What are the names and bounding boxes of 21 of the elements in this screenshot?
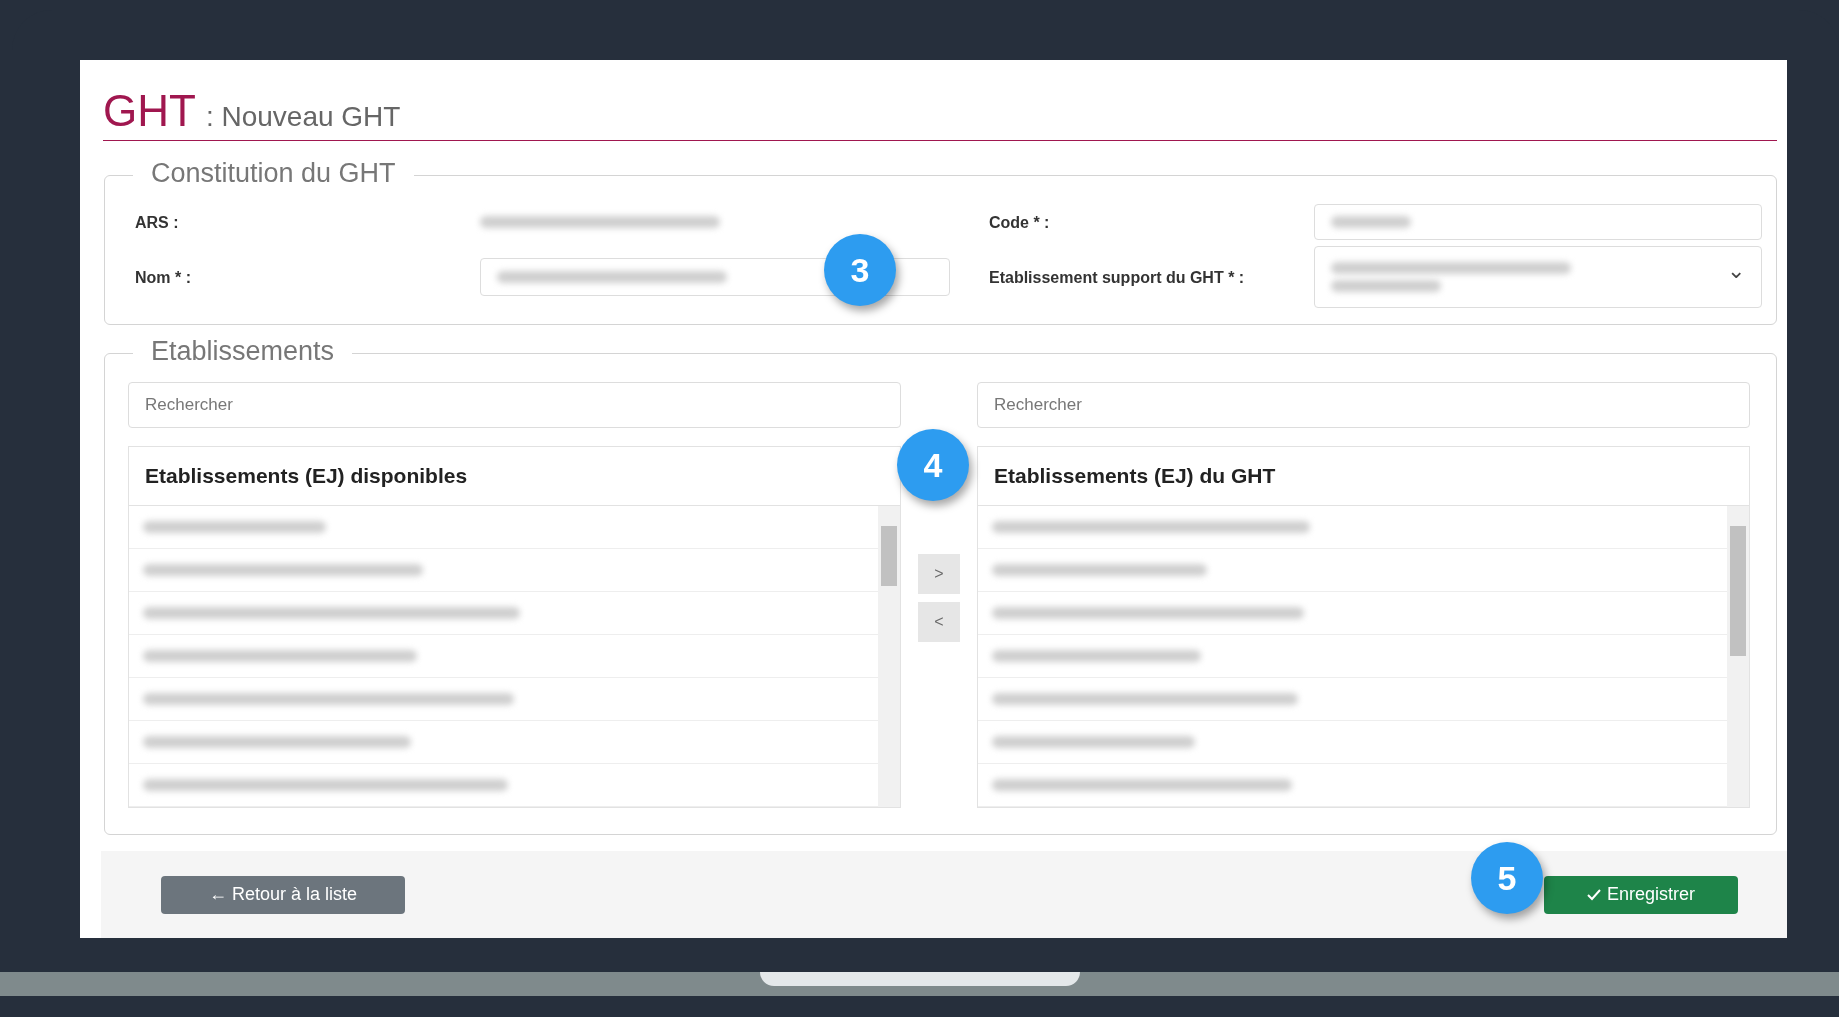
back-button[interactable]: ← Retour à la liste <box>161 875 405 914</box>
check-icon <box>1587 888 1601 901</box>
code-input[interactable] <box>1314 204 1762 240</box>
scrollbar[interactable] <box>1727 506 1749 807</box>
name-input[interactable] <box>480 258 950 296</box>
scrollbar[interactable] <box>878 506 900 807</box>
step-badge: 4 <box>897 429 969 501</box>
page-subtitle: : Nouveau GHT <box>205 101 401 133</box>
page-title: GHT <box>103 86 196 136</box>
list-heading: Etablissements (EJ) disponibles <box>129 447 900 506</box>
field-label: Code * : <box>989 212 1051 233</box>
list-heading: Etablissements (EJ) du GHT <box>978 447 1749 506</box>
step-badge: 3 <box>824 234 896 306</box>
field-label: Etablissement support du GHT * : <box>989 267 1246 288</box>
field-label: ARS : <box>135 212 180 233</box>
field-label: Nom * : <box>135 267 192 288</box>
search-field[interactable]: Rechercher <box>977 382 1750 428</box>
support-select[interactable]: ⌄ <box>1314 246 1762 308</box>
chevron-icon: ⌄ <box>1727 260 1745 282</box>
save-button[interactable]: Enregistrer <box>1544 875 1738 914</box>
search-field[interactable]: Rechercher <box>128 382 901 428</box>
